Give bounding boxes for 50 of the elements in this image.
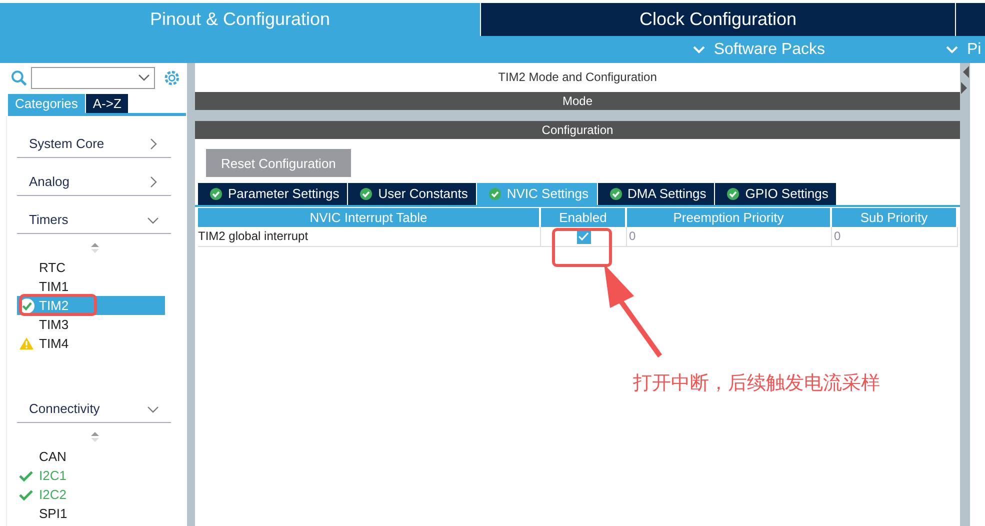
table-cell: 0 xyxy=(627,227,832,247)
category-header[interactable]: Timers xyxy=(17,202,171,234)
search-field[interactable] xyxy=(30,67,156,89)
chevron-down-icon xyxy=(945,44,959,54)
mode-header: Mode xyxy=(195,92,960,110)
peripheral-item[interactable]: RTC xyxy=(17,258,165,277)
check-circle-icon xyxy=(19,298,35,314)
peripheral-item[interactable]: TIM4 xyxy=(17,334,165,353)
arrows-icon xyxy=(961,66,969,96)
top-tab[interactable]: Clock Configuration xyxy=(480,3,955,36)
scroll-arrows-icon xyxy=(90,431,100,443)
column-header: Enabled xyxy=(541,208,627,227)
check-circle-icon xyxy=(610,188,622,200)
caret-icon xyxy=(138,74,150,82)
scrollbar[interactable] xyxy=(960,63,970,526)
peripheral-item[interactable]: TIM1 xyxy=(17,277,165,296)
column-header: Preemption Priority xyxy=(627,208,832,227)
category-tab[interactable]: A->Z xyxy=(86,94,128,113)
chevron-down-icon xyxy=(692,44,706,54)
peripheral-item[interactable]: CAN xyxy=(17,447,165,466)
check-circle-icon xyxy=(210,188,222,200)
check-circle-icon xyxy=(727,188,740,200)
top-tab[interactable] xyxy=(955,3,985,36)
scroll-arrows-icon xyxy=(90,242,100,254)
category-header[interactable]: Connectivity xyxy=(17,391,171,423)
settings-icon xyxy=(163,69,181,87)
settings-tab[interactable]: DMA Settings xyxy=(598,183,714,205)
column-header: Sub Priority xyxy=(832,208,958,227)
settings-tab[interactable]: GPIO Settings xyxy=(715,183,836,205)
check-circle-icon xyxy=(360,188,372,200)
settings-tab[interactable]: User Constants xyxy=(348,183,476,205)
settings-tab[interactable]: Parameter Settings xyxy=(198,183,348,205)
check-icon xyxy=(578,232,589,241)
scrollbar[interactable] xyxy=(187,63,195,526)
search-icon xyxy=(11,70,27,86)
table-cell: 0 xyxy=(832,227,958,247)
panel-title: TIM2 Mode and Configuration xyxy=(497,69,658,86)
peripheral-item[interactable]: SPI1 xyxy=(17,504,165,523)
check-icon xyxy=(19,488,33,500)
warning-icon xyxy=(19,337,34,350)
check-circle-icon xyxy=(488,188,501,200)
column-header: NVIC Interrupt Table xyxy=(198,208,541,227)
table-cell: TIM2 global interrupt xyxy=(198,227,541,247)
peripheral-item[interactable]: TIM3 xyxy=(17,315,165,334)
category-header[interactable]: Analog xyxy=(17,164,171,196)
configuration-header: Configuration xyxy=(195,121,960,139)
highlight-frame xyxy=(552,228,612,267)
category-header[interactable]: System Core xyxy=(17,126,171,158)
check-icon xyxy=(19,470,33,482)
annotation-text: 打开中断，后续触发电流采样 xyxy=(633,372,880,396)
